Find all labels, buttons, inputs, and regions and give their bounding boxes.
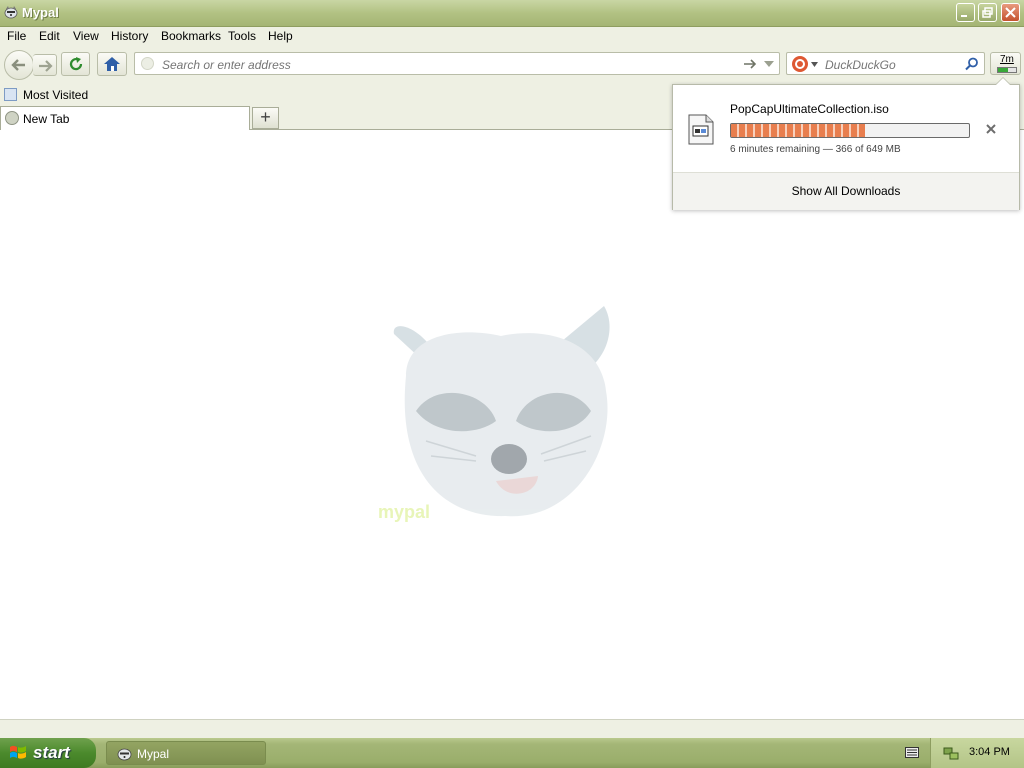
menu-help[interactable]: Help	[268, 29, 293, 43]
bookmark-label: Most Visited	[23, 88, 89, 102]
menu-tools[interactable]: Tools	[228, 29, 256, 43]
reload-icon	[69, 57, 83, 71]
download-file-name: PopCapUltimateCollection.iso	[730, 102, 889, 116]
minimize-button[interactable]	[956, 3, 975, 22]
network-icon[interactable]	[943, 745, 959, 761]
history-dropdown-icon[interactable]	[763, 60, 775, 68]
download-status: 6 minutes remaining — 366 of 649 MB	[730, 144, 901, 155]
back-arrow-icon	[11, 59, 25, 71]
clock: 3:04 PM	[969, 746, 1010, 758]
taskbar: start Mypal 3:04 PM	[0, 738, 1024, 768]
navigation-toolbar: 7m	[0, 46, 1024, 84]
close-icon	[1005, 7, 1016, 18]
search-bar[interactable]	[786, 52, 985, 75]
panel-arrow	[995, 77, 1011, 85]
engine-dropdown-icon	[811, 62, 818, 67]
show-all-downloads-label: Show All Downloads	[791, 184, 901, 198]
tab-new-tab[interactable]: New Tab	[0, 106, 250, 130]
taskbar-item-mypal[interactable]: Mypal	[106, 741, 266, 765]
window-title-bar[interactable]: Mypal	[0, 0, 1024, 27]
reload-button[interactable]	[61, 52, 90, 76]
new-tab-button[interactable]: +	[252, 107, 279, 129]
menu-history[interactable]: History	[111, 29, 148, 43]
logo-text: mypal	[378, 502, 430, 522]
home-icon	[104, 57, 120, 71]
taskbar-item-label: Mypal	[137, 747, 170, 761]
restore-button[interactable]	[978, 3, 997, 22]
menu-edit[interactable]: Edit	[39, 29, 60, 43]
forward-button[interactable]	[33, 54, 57, 76]
search-input[interactable]	[823, 56, 967, 73]
download-progress-bar	[730, 123, 970, 138]
close-window-button[interactable]	[1001, 3, 1020, 22]
start-button[interactable]: start	[0, 738, 96, 768]
downloads-button[interactable]: 7m	[990, 52, 1021, 75]
start-label: start	[33, 743, 70, 762]
downloads-panel: PopCapUltimateCollection.iso 6 minutes r…	[672, 77, 1020, 210]
menu-view[interactable]: View	[73, 29, 99, 43]
system-tray: 3:04 PM	[905, 738, 1024, 768]
iso-file-icon	[688, 114, 714, 145]
cancel-download-icon[interactable]	[983, 121, 999, 137]
window-title: Mypal	[22, 5, 59, 20]
forward-arrow-icon	[39, 60, 53, 72]
go-arrow-icon[interactable]	[743, 58, 757, 70]
status-bar	[0, 719, 1024, 739]
site-identity-icon	[141, 57, 154, 70]
back-button[interactable]	[4, 50, 34, 80]
bookmark-page-icon	[4, 88, 17, 101]
search-icon[interactable]	[965, 57, 979, 71]
menu-bar: File Edit View History Bookmarks Tools H…	[0, 27, 1024, 46]
download-time-label: 7m	[1000, 54, 1014, 65]
raccoon-app-icon	[4, 6, 18, 19]
home-button[interactable]	[97, 52, 127, 76]
windows-logo-icon	[10, 745, 26, 759]
tab-label: New Tab	[23, 112, 70, 126]
menu-file[interactable]: File	[7, 29, 26, 43]
duckduckgo-engine-icon[interactable]	[791, 55, 809, 73]
keyboard-icon[interactable]	[905, 747, 919, 758]
plus-icon: +	[260, 107, 271, 127]
download-toolbar-progress	[997, 67, 1017, 73]
minimize-icon	[961, 15, 967, 17]
show-all-downloads-button[interactable]: Show All Downloads	[673, 172, 1019, 210]
restore-icon	[982, 7, 993, 18]
globe-icon	[5, 111, 19, 125]
raccoon-app-icon	[117, 748, 132, 761]
address-bar[interactable]	[134, 52, 780, 75]
mypal-raccoon-logo: mypal	[378, 306, 610, 522]
menu-bookmarks[interactable]: Bookmarks	[161, 29, 221, 43]
address-input[interactable]	[160, 56, 734, 73]
